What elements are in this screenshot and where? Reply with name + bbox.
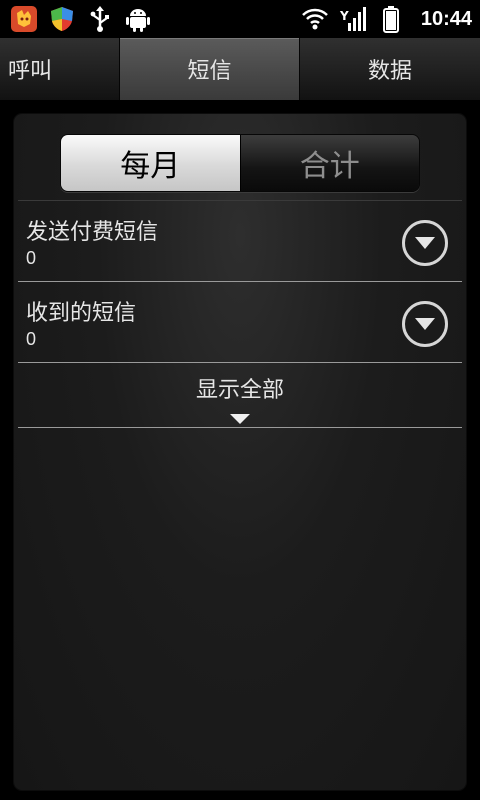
- tab-data[interactable]: 数据: [300, 38, 480, 100]
- wifi-icon: [301, 5, 329, 33]
- usb-icon: [86, 5, 114, 33]
- tab-bar: 呼叫 短信 数据: [0, 38, 480, 100]
- chevron-down-icon[interactable]: [402, 220, 448, 266]
- app-fox-icon: [10, 5, 38, 33]
- divider: [18, 281, 462, 282]
- row-title: 收到的短信: [26, 301, 137, 326]
- divider: [18, 427, 462, 428]
- list-item-sent-paid-sms[interactable]: 发送付费短信 0: [18, 202, 462, 282]
- row-value: 0: [26, 248, 37, 268]
- svg-text:Y: Y: [339, 9, 349, 23]
- divider: [18, 200, 462, 201]
- android-icon: [124, 5, 152, 33]
- period-segmented-control: 每月 合计: [60, 134, 420, 192]
- status-time: 10:44: [420, 7, 472, 30]
- list-item-received-sms[interactable]: 收到的短信 0: [18, 283, 462, 363]
- show-all-label: 显示全部: [195, 378, 284, 403]
- battery-icon: [377, 5, 405, 33]
- tab-calls[interactable]: 呼叫: [0, 38, 120, 100]
- segment-total[interactable]: 合计: [239, 135, 419, 191]
- divider: [18, 362, 462, 363]
- status-bar: Y 10:44: [0, 0, 480, 38]
- content-panel: 每月 合计 发送付费短信 0 收到的短信 0 显示全部: [14, 114, 466, 790]
- signal-icon: Y: [339, 5, 367, 33]
- tab-sms[interactable]: 短信: [120, 38, 300, 100]
- row-title: 发送付费短信: [26, 220, 159, 245]
- show-all-button[interactable]: 显示全部: [18, 364, 462, 428]
- segment-monthly[interactable]: 每月: [61, 135, 240, 191]
- app-root: Y 10:44 呼叫 短信 数据 每月 合计 发送付费短信 0 收到的短信 0 …: [0, 0, 480, 800]
- shield-icon: [48, 5, 76, 33]
- row-value: 0: [26, 329, 37, 349]
- chevron-down-icon[interactable]: [402, 301, 448, 347]
